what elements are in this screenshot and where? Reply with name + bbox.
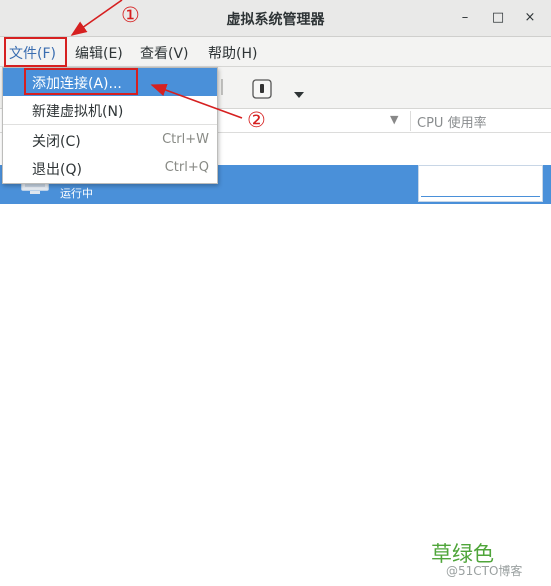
watermark-source: @51CTO博客 [446,564,523,578]
annotation-step1: ① [121,3,140,27]
annotation-step2: ② [247,108,266,132]
annotation-arrows [70,0,243,119]
